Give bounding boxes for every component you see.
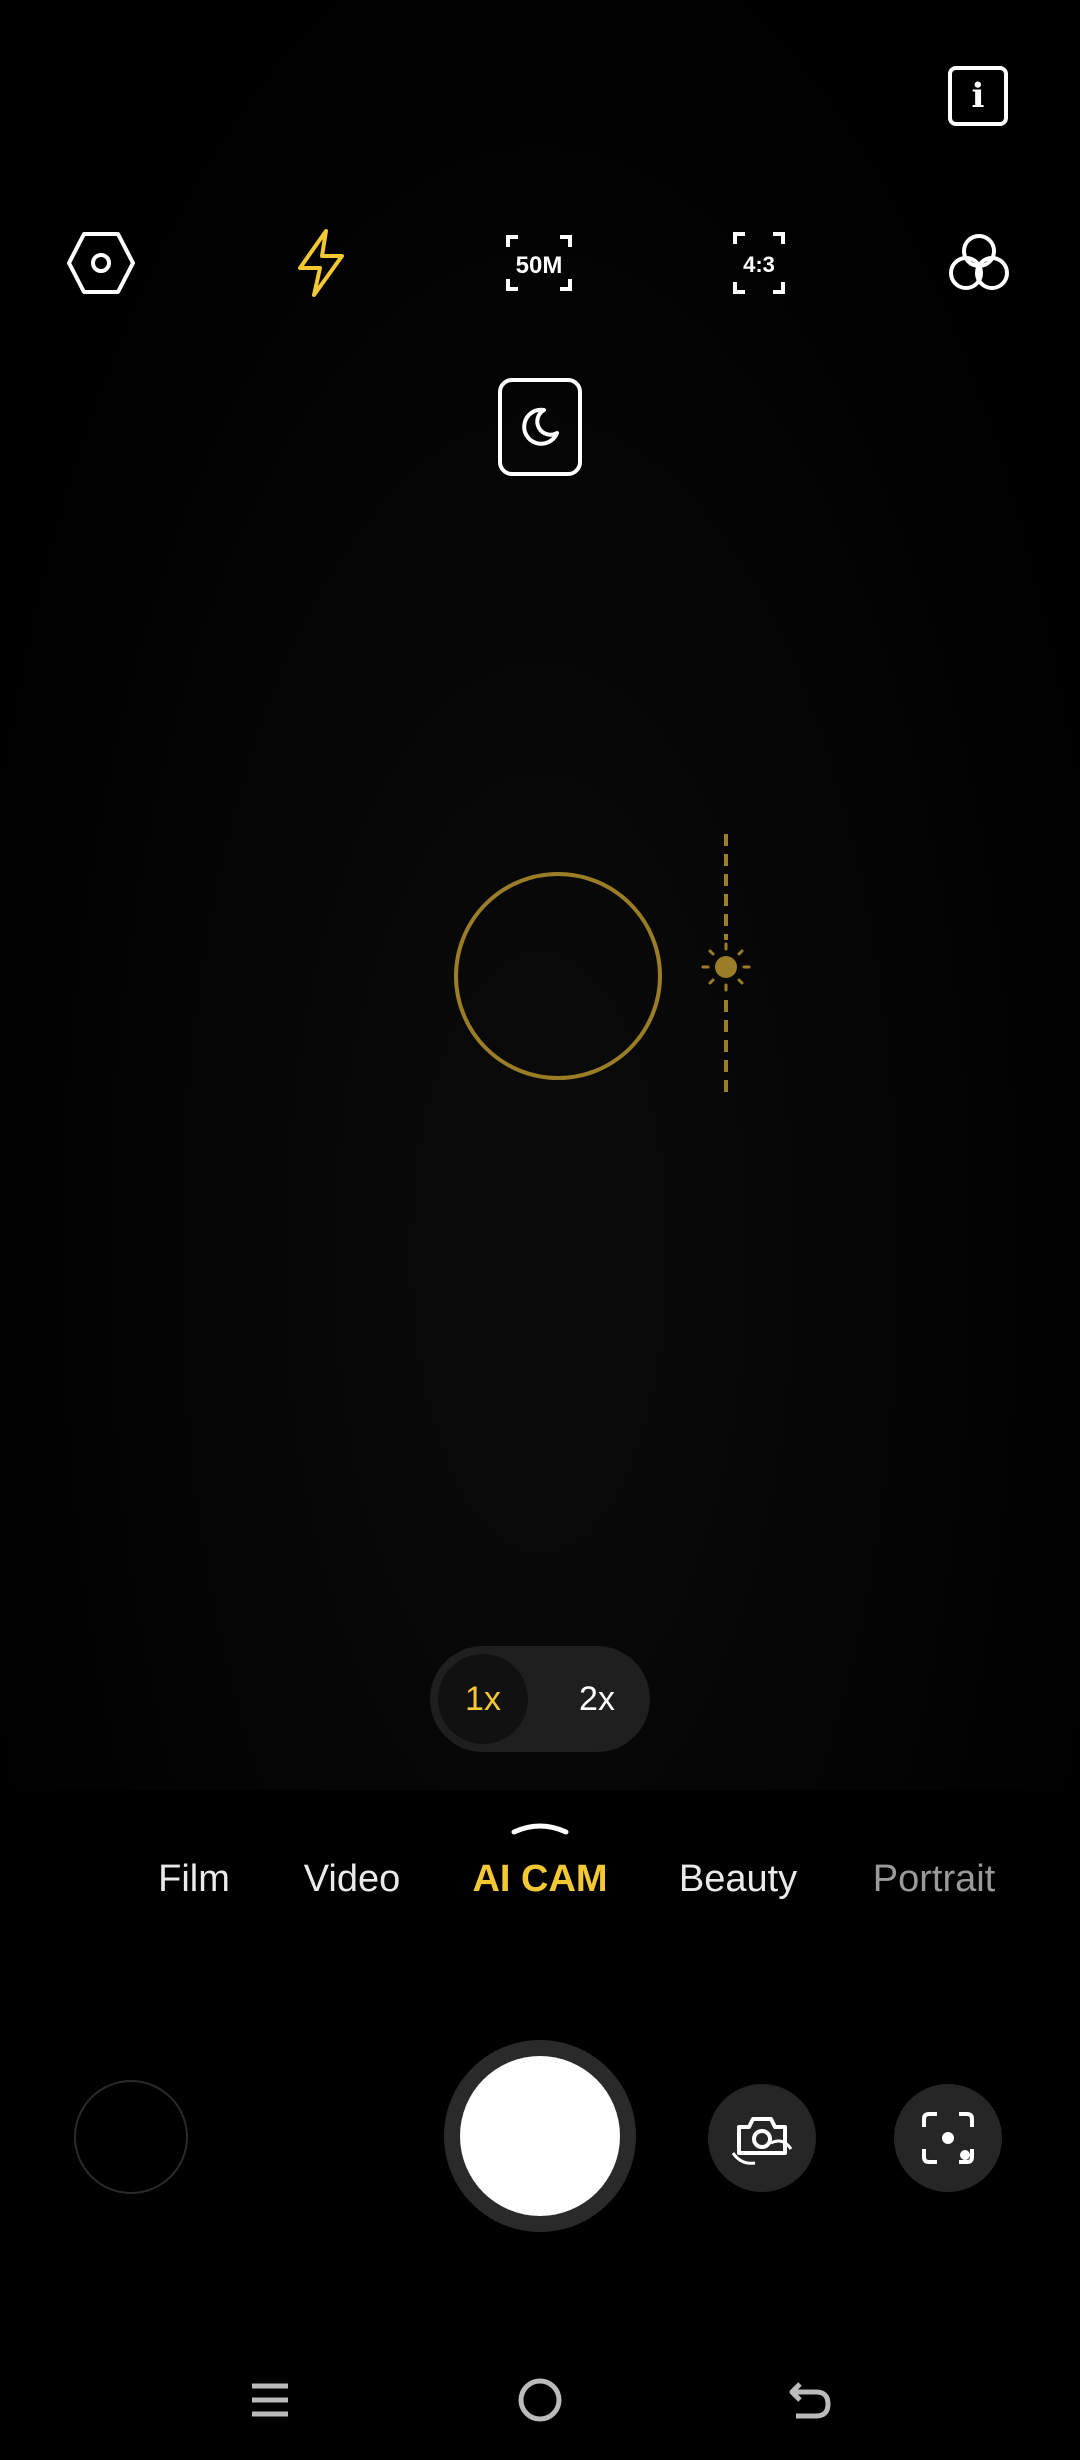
info-label: i	[971, 76, 985, 116]
switch-camera-icon	[731, 2117, 793, 2165]
flash-icon	[298, 229, 344, 297]
home-circle-icon	[518, 2378, 562, 2422]
zoom-2x-label: 2x	[579, 1679, 615, 1718]
mode-video-label: Video	[303, 1858, 401, 1900]
back-arrow-icon	[789, 2382, 831, 2419]
home-button[interactable]	[500, 2360, 580, 2440]
flash-button[interactable]	[266, 208, 376, 318]
resolution-label: 50M	[516, 252, 563, 279]
back-button[interactable]	[770, 2360, 850, 2440]
recents-button[interactable]	[230, 2360, 310, 2440]
night-mode-button[interactable]	[498, 378, 582, 476]
mode-portrait[interactable]: Portrait	[873, 1858, 995, 1901]
mode-beauty-label: Beauty	[678, 1858, 798, 1900]
resolution-button[interactable]: 50M	[484, 208, 594, 318]
zoom-1x-label: 1x	[465, 1679, 501, 1718]
sun-icon	[701, 942, 751, 992]
aspect-ratio-button[interactable]: 4:3	[704, 208, 814, 318]
mode-video[interactable]: Video	[304, 1858, 401, 1901]
shutter-inner	[460, 2056, 620, 2216]
mode-ai-cam-label: AI CAM	[472, 1858, 608, 1900]
mode-film-label: Film	[158, 1858, 230, 1900]
filters-icon	[949, 234, 1009, 290]
resolution-icon: 50M	[506, 235, 572, 291]
zoom-1x-button[interactable]: 1x	[438, 1654, 528, 1744]
shutter-button[interactable]	[444, 2040, 636, 2232]
aspect-ratio-icon: 4:3	[733, 232, 785, 294]
focus-ring	[454, 872, 662, 1080]
moon-icon	[522, 407, 559, 446]
mode-portrait-label: Portrait	[872, 1858, 996, 1900]
settings-button[interactable]	[46, 208, 156, 318]
filters-button[interactable]	[924, 208, 1034, 318]
gallery-thumbnail[interactable]	[74, 2080, 188, 2194]
exposure-slider[interactable]	[700, 830, 760, 1100]
info-button[interactable]: i	[948, 66, 1008, 126]
mode-beauty[interactable]: Beauty	[679, 1858, 797, 1901]
settings-hexagon-icon	[67, 232, 135, 294]
lens-button[interactable]	[894, 2084, 1002, 2192]
zoom-selector: 1x 2x	[430, 1646, 650, 1752]
recents-menu-icon	[252, 2383, 288, 2417]
mode-film[interactable]: Film	[158, 1858, 230, 1901]
zoom-2x-button[interactable]: 2x	[552, 1654, 642, 1744]
aspect-ratio-label: 4:3	[743, 252, 775, 277]
mode-indicator-arc	[511, 1823, 569, 1835]
scan-lens-icon	[922, 2112, 974, 2164]
switch-camera-button[interactable]	[708, 2084, 816, 2192]
mode-ai-cam[interactable]: AI CAM	[472, 1858, 607, 1901]
